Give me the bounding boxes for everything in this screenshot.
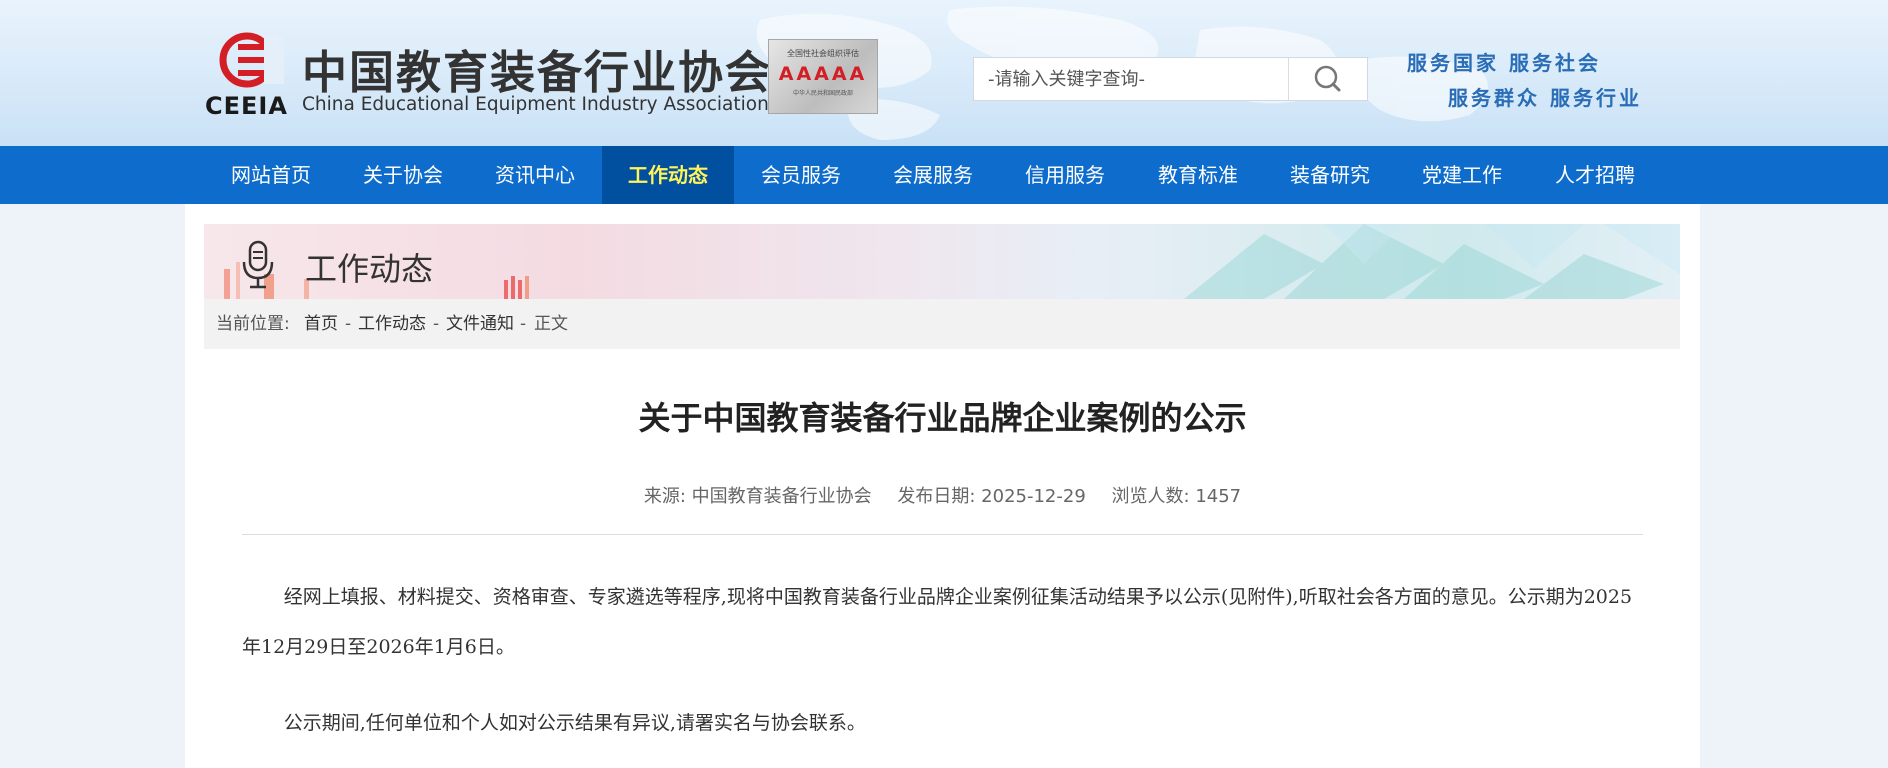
nav-item-member-services[interactable]: 会员服务	[735, 146, 867, 204]
aaaaa-rating-badge: 全国性社会组织评估 AAAAA 中华人民共和国民政部	[768, 39, 878, 114]
nav-item-about[interactable]: 关于协会	[337, 146, 469, 204]
article-divider	[242, 534, 1643, 535]
breadcrumb-separator: -	[520, 314, 527, 334]
badge-bottom-text: 中华人民共和国民政部	[792, 90, 853, 97]
logo-text: CEEIA	[205, 92, 288, 120]
nav-item-home[interactable]: 网站首页	[205, 146, 337, 204]
article-source: 来源: 中国教育装备行业协会	[643, 486, 872, 507]
badge-top-text: 全国性社会组织评估	[787, 49, 859, 58]
breadcrumb-home-link[interactable]: 首页	[304, 299, 338, 349]
breadcrumb-notices-link[interactable]: 文件通知	[446, 299, 514, 349]
breadcrumb: 当前位置: 首页 - 工作动态 - 文件通知 - 正文	[204, 299, 1680, 349]
article-paragraph: 经网上填报、材料提交、资格审查、专家遴选等程序,现将中国教育装备行业品牌企业案例…	[242, 586, 1633, 658]
search-box	[973, 57, 1368, 101]
section-title: 工作动态	[305, 250, 434, 288]
nav-item-news[interactable]: 资讯中心	[469, 146, 601, 204]
article-views: 浏览人数: 1457	[1111, 486, 1242, 507]
slogan-line-1: 服务国家 服务社会	[1407, 51, 1601, 75]
slogan-line-2: 服务群众 服务行业	[1448, 86, 1642, 110]
breadcrumb-prefix: 当前位置:	[216, 314, 290, 334]
nav-item-recruitment[interactable]: 人才招聘	[1529, 146, 1661, 204]
microphone-icon	[242, 240, 274, 289]
nav-item-work-updates[interactable]: 工作动态	[602, 146, 734, 208]
search-button[interactable]	[1288, 58, 1367, 100]
main-nav: 网站首页 关于协会 资讯中心 工作动态 会员服务 会展服务 信用服务 教育标准 …	[0, 146, 1888, 208]
site-header: CEEIA 中国教育装备行业协会 China Educational Equip…	[0, 0, 1888, 146]
article-meta: 来源: 中国教育装备行业协会 发布日期: 2025-12-29 浏览人数: 14…	[185, 482, 1700, 508]
article-title: 关于中国教育装备行业品牌企业案例的公示	[638, 399, 1247, 437]
breadcrumb-separator: -	[345, 314, 352, 334]
nav-item-credit-services[interactable]: 信用服务	[999, 146, 1131, 204]
article-date: 发布日期: 2025-12-29	[897, 486, 1086, 507]
search-icon	[1314, 65, 1341, 92]
article-paragraph: 公示期间,任何单位和个人如对公示结果有异议,请署实名与协会联系。	[283, 712, 866, 734]
breadcrumb-work-updates-link[interactable]: 工作动态	[358, 299, 426, 349]
org-name-en: China Educational Equipment Industry Ass…	[302, 94, 769, 115]
breadcrumb-current: 正文	[534, 314, 568, 334]
badge-grade: AAAAA	[778, 63, 868, 85]
org-name-cn: 中国教育装备行业协会	[302, 46, 773, 99]
nav-item-equipment-research[interactable]: 装备研究	[1264, 146, 1396, 204]
breadcrumb-separator: -	[433, 314, 440, 334]
nav-item-education-standards[interactable]: 教育标准	[1132, 146, 1264, 204]
nav-item-party-building[interactable]: 党建工作	[1396, 146, 1528, 204]
search-input[interactable]	[974, 58, 1288, 100]
nav-item-exhibition-services[interactable]: 会展服务	[867, 146, 999, 204]
